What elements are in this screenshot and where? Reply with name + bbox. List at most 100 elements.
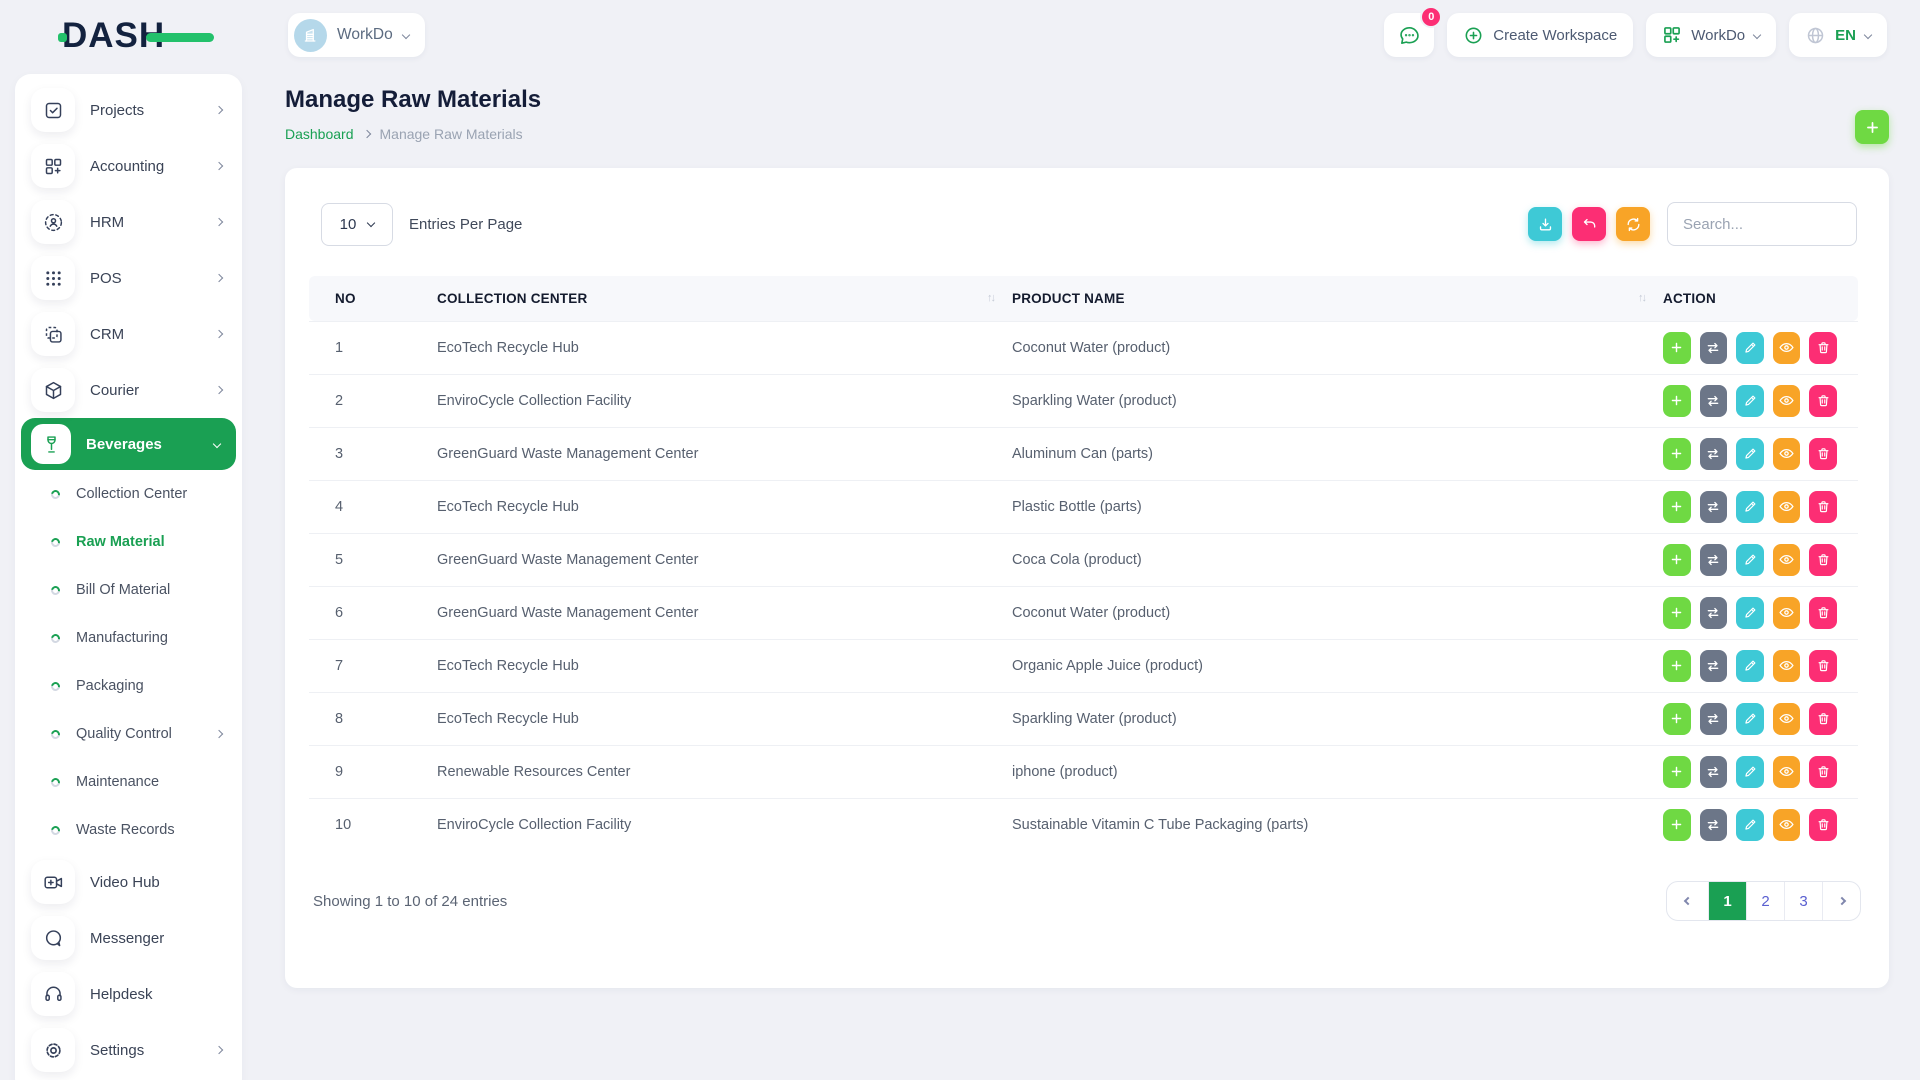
add-stock-button[interactable] (1663, 703, 1691, 735)
delete-button[interactable] (1809, 597, 1837, 629)
add-stock-button[interactable] (1663, 544, 1691, 576)
delete-button[interactable] (1809, 544, 1837, 576)
edit-button[interactable] (1736, 491, 1764, 523)
pagination-page-1[interactable]: 1 (1708, 882, 1746, 920)
transfer-button[interactable] (1700, 809, 1728, 841)
search-input[interactable] (1667, 202, 1857, 246)
add-stock-button[interactable] (1663, 756, 1691, 788)
view-button[interactable] (1773, 438, 1801, 470)
cell-product-name: Sparkling Water (product) (1012, 374, 1663, 427)
sidebar-item-courier[interactable]: Courier (15, 362, 242, 418)
reset-button[interactable] (1572, 207, 1606, 241)
delete-button[interactable] (1809, 332, 1837, 364)
edit-button[interactable] (1736, 756, 1764, 788)
view-button[interactable] (1773, 544, 1801, 576)
edit-button[interactable] (1736, 703, 1764, 735)
delete-button[interactable] (1809, 385, 1837, 417)
sidebar-item-projects[interactable]: Projects (15, 82, 242, 138)
transfer-button[interactable] (1700, 385, 1728, 417)
language-selector[interactable]: EN (1789, 13, 1887, 57)
delete-button[interactable] (1809, 703, 1837, 735)
sidebar-item-messenger[interactable]: Messenger (15, 910, 242, 966)
sort-icon[interactable]: ↑↓ (987, 292, 994, 304)
edit-button[interactable] (1736, 385, 1764, 417)
delete-button[interactable] (1809, 438, 1837, 470)
pagination-prev-button[interactable] (1667, 882, 1708, 920)
pagination-next-button[interactable] (1822, 882, 1860, 920)
export-button[interactable] (1528, 207, 1562, 241)
view-button[interactable] (1773, 809, 1801, 841)
edit-button[interactable] (1736, 438, 1764, 470)
breadcrumb-dashboard-link[interactable]: Dashboard (285, 126, 354, 142)
add-stock-button[interactable] (1663, 332, 1691, 364)
cell-no: 4 (309, 480, 437, 533)
delete-button[interactable] (1809, 756, 1837, 788)
transfer-button[interactable] (1700, 544, 1728, 576)
transfer-button[interactable] (1700, 597, 1728, 629)
add-stock-button[interactable] (1663, 438, 1691, 470)
transfer-button[interactable] (1700, 332, 1728, 364)
create-workspace-button[interactable]: Create Workspace (1447, 13, 1633, 57)
transfer-button[interactable] (1700, 491, 1728, 523)
sidebar-item-beverages[interactable]: Beverages (21, 418, 236, 470)
add-stock-button[interactable] (1663, 385, 1691, 417)
transfer-button[interactable] (1700, 650, 1728, 682)
entries-per-page-select[interactable]: 10 (321, 203, 393, 246)
sidebar-item-settings[interactable]: Settings (15, 1022, 242, 1078)
create-raw-material-button[interactable] (1855, 110, 1889, 144)
transfer-button[interactable] (1700, 756, 1728, 788)
sidebar-item-helpdesk[interactable]: Helpdesk (15, 966, 242, 1022)
delete-button[interactable] (1809, 491, 1837, 523)
add-stock-button[interactable] (1663, 597, 1691, 629)
sidebar-item-pos[interactable]: POS (15, 250, 242, 306)
pagination-page-2[interactable]: 2 (1746, 882, 1784, 920)
eye-icon (1778, 816, 1795, 833)
sidebar-subitem-quality-control[interactable]: Quality Control (15, 710, 242, 758)
delete-button[interactable] (1809, 650, 1837, 682)
sidebar-subitem-waste-records[interactable]: Waste Records (15, 806, 242, 854)
add-stock-button[interactable] (1663, 491, 1691, 523)
sidebar-subitem-bill-of-material[interactable]: Bill Of Material (15, 566, 242, 614)
sort-icon[interactable]: ↑↓ (1638, 292, 1645, 304)
view-button[interactable] (1773, 332, 1801, 364)
sidebar-subitem-raw-material[interactable]: Raw Material (15, 518, 242, 566)
apps-menu-button[interactable]: WorkDo (1646, 13, 1776, 57)
edit-button[interactable] (1736, 809, 1764, 841)
transfer-button[interactable] (1700, 438, 1728, 470)
add-stock-button[interactable] (1663, 650, 1691, 682)
view-button[interactable] (1773, 756, 1801, 788)
plus-icon (1669, 817, 1684, 832)
cell-collection-center: EnviroCycle Collection Facility (437, 374, 1012, 427)
edit-button[interactable] (1736, 597, 1764, 629)
view-button[interactable] (1773, 597, 1801, 629)
plus-icon (1669, 711, 1684, 726)
view-button[interactable] (1773, 385, 1801, 417)
messages-button[interactable]: 0 (1384, 13, 1434, 57)
row-actions (1663, 650, 1837, 682)
sidebar-item-accounting[interactable]: Accounting (15, 138, 242, 194)
edit-button[interactable] (1736, 544, 1764, 576)
workspace-avatar (294, 19, 327, 52)
sidebar-subitem-packaging[interactable]: Packaging (15, 662, 242, 710)
view-button[interactable] (1773, 491, 1801, 523)
sidebar-item-video-hub[interactable]: Video Hub (15, 854, 242, 910)
plus-icon (1669, 764, 1684, 779)
chevron-down-icon (1753, 31, 1761, 39)
sidebar-subitem-maintenance[interactable]: Maintenance (15, 758, 242, 806)
edit-button[interactable] (1736, 650, 1764, 682)
pagination-page-3[interactable]: 3 (1784, 882, 1822, 920)
table-row: 1 EcoTech Recycle Hub Coconut Water (pro… (309, 321, 1858, 374)
add-stock-button[interactable] (1663, 809, 1691, 841)
refresh-button[interactable] (1616, 207, 1650, 241)
delete-button[interactable] (1809, 809, 1837, 841)
sidebar-item-crm[interactable]: CRM (15, 306, 242, 362)
workspace-switcher[interactable]: WorkDo (288, 13, 425, 57)
sidebar-subitem-manufacturing[interactable]: Manufacturing (15, 614, 242, 662)
sidebar-subitem-collection-center[interactable]: Collection Center (15, 470, 242, 518)
view-button[interactable] (1773, 703, 1801, 735)
transfer-button[interactable] (1700, 703, 1728, 735)
sidebar-item-hrm[interactable]: HRM (15, 194, 242, 250)
edit-button[interactable] (1736, 332, 1764, 364)
transfer-arrows-icon (1705, 393, 1721, 409)
view-button[interactable] (1773, 650, 1801, 682)
